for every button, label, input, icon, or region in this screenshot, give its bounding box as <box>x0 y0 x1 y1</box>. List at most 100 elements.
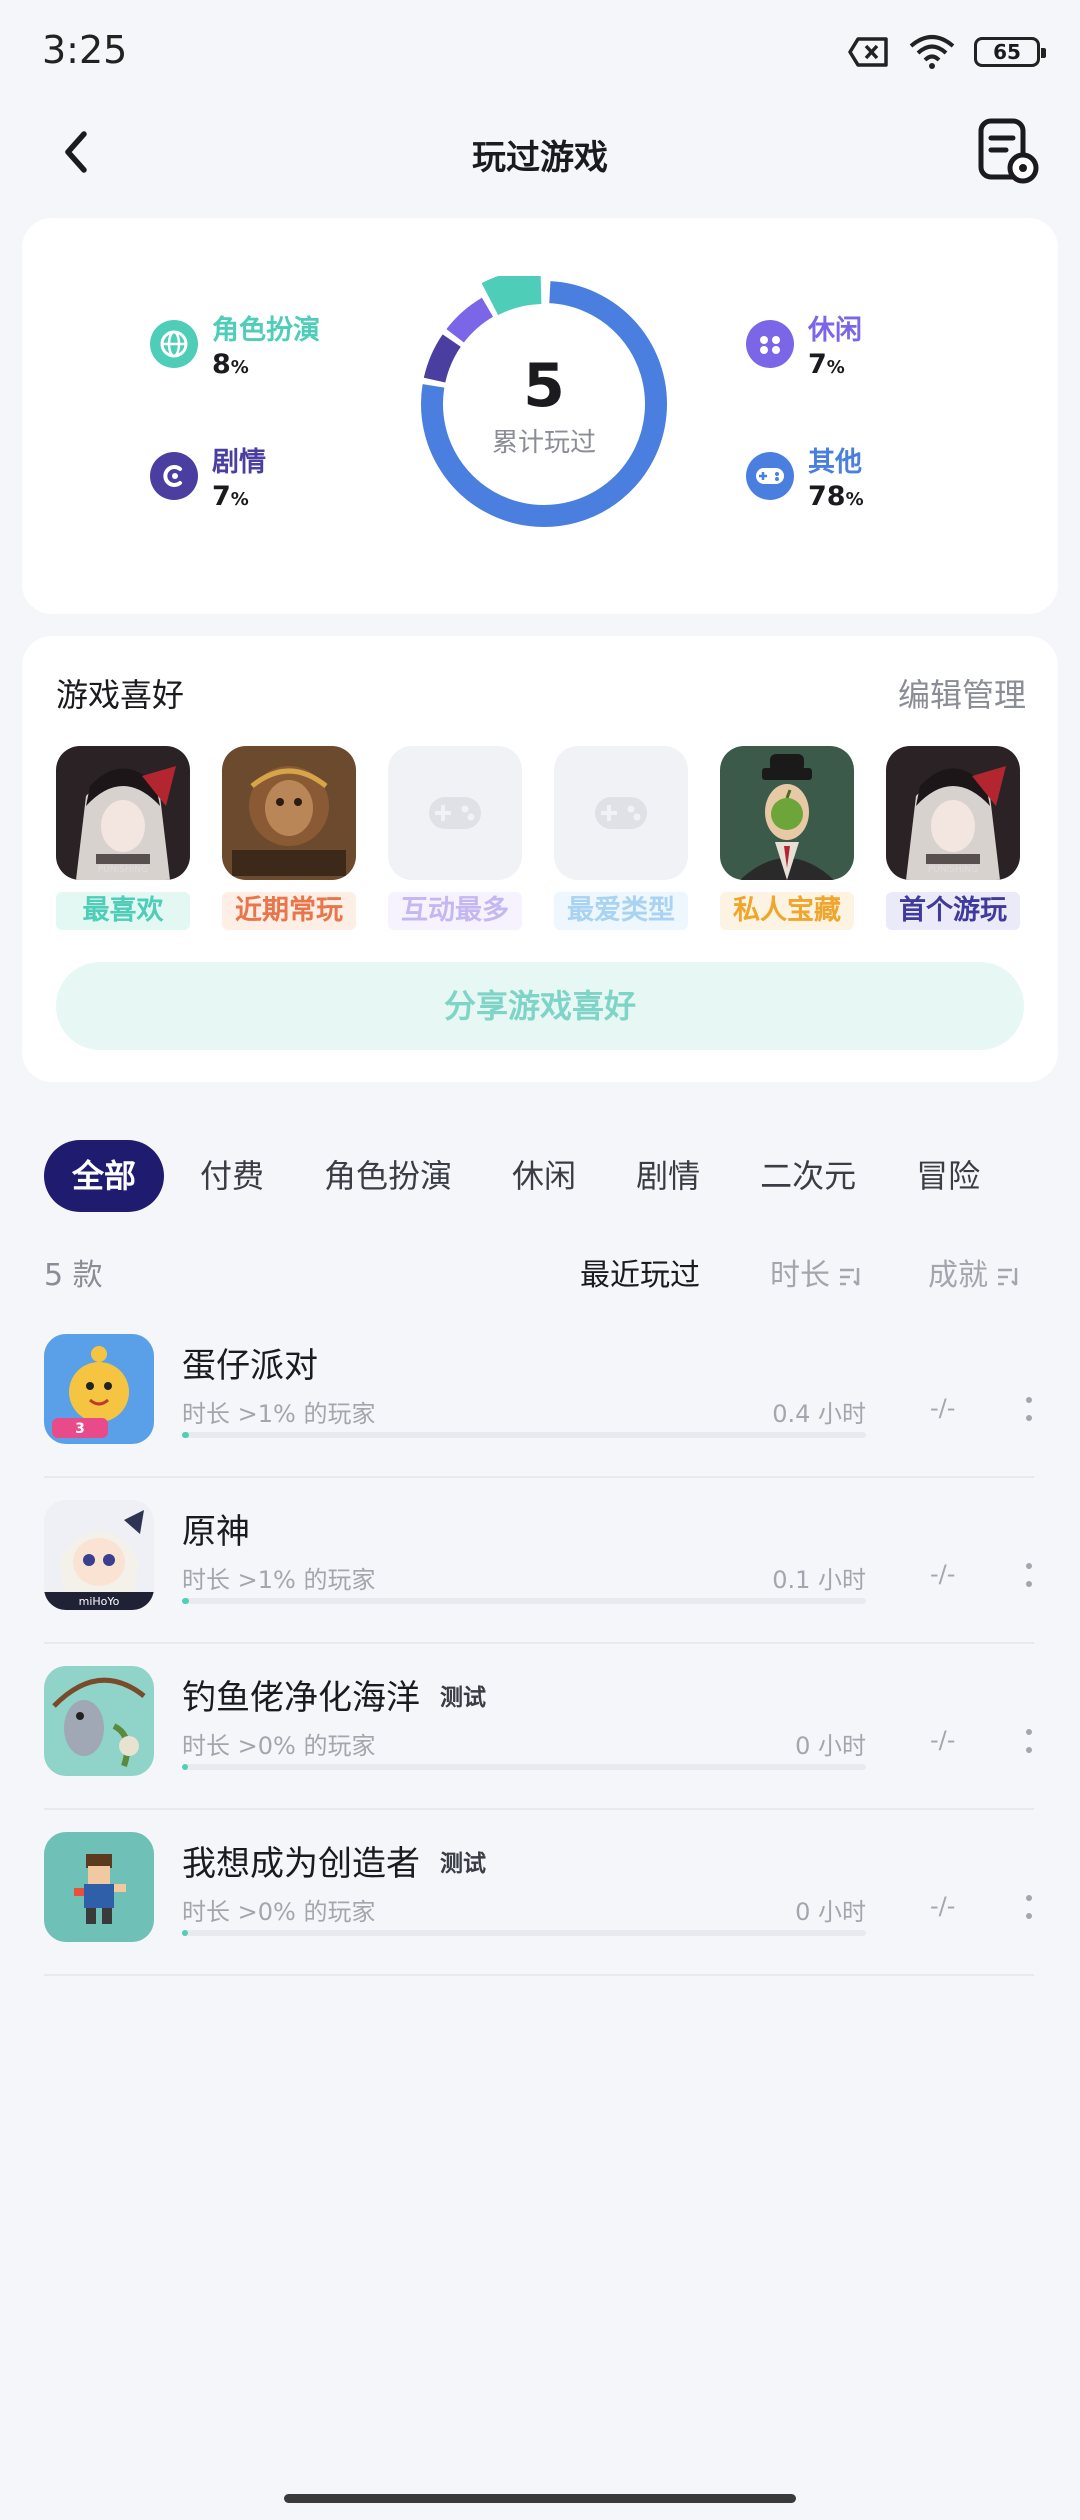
game-count: 5 款 <box>44 1258 103 1293</box>
game-icon-creator <box>44 1832 154 1942</box>
tab-paid[interactable]: 付费 <box>170 1140 294 1212</box>
wifi-icon <box>909 35 955 69</box>
status-icons: 65 <box>848 34 1046 70</box>
tab-roleplay[interactable]: 角色扮演 <box>294 1140 482 1212</box>
more-options-icon[interactable] <box>1024 1892 1034 1922</box>
page-title: 玩过游戏 <box>472 138 608 178</box>
svg-text:3: 3 <box>75 1421 85 1437</box>
tab-all[interactable]: 全部 <box>44 1140 165 1212</box>
battery-indicator: 65 <box>974 37 1046 67</box>
game-thumbnail: PUNISHING <box>56 746 190 880</box>
sort-achievement[interactable]: 成就 <box>928 1250 1020 1294</box>
gamepad-icon <box>746 320 794 368</box>
pref-tag: 最爱类型 <box>554 892 688 930</box>
game-icon-genshin: miHoYo <box>44 1500 154 1610</box>
sort-duration[interactable]: 时长 <box>770 1250 862 1294</box>
controller-icon <box>746 452 794 500</box>
game-preferences-card: 游戏喜好 编辑管理 PUNISHING 最喜欢 近期常玩 互动最多 最爱类型 私… <box>22 636 1058 1082</box>
pref-private-treasure[interactable]: 私人宝藏 <box>720 746 854 930</box>
more-options-icon[interactable] <box>1024 1394 1034 1424</box>
achievement-count: -/- <box>930 1892 956 1920</box>
achievement-count: -/- <box>930 1394 956 1422</box>
play-hours: 0 小时 <box>795 1732 866 1760</box>
game-thumbnail <box>222 746 356 880</box>
category-casual: 休闲 7% <box>746 314 862 385</box>
pref-tag: 最喜欢 <box>56 892 190 930</box>
game-row[interactable]: 3 蛋仔派对 时长 >1% 的玩家 0.4 小时 -/- <box>44 1312 1034 1478</box>
tab-adventure[interactable]: 冒险 <box>886 1140 1010 1212</box>
sim-off-icon <box>848 37 888 67</box>
sort-icon <box>998 1267 1018 1286</box>
share-preferences-button[interactable]: 分享游戏喜好 <box>56 962 1024 1050</box>
game-thumbnail: PUNISHING <box>886 746 1020 880</box>
game-title: 蛋仔派对 <box>182 1346 318 1386</box>
more-options-icon[interactable] <box>1024 1560 1034 1590</box>
pref-tag: 互动最多 <box>388 892 522 930</box>
edit-manage-link[interactable]: 编辑管理 <box>898 670 1026 716</box>
pref-most-interaction[interactable]: 互动最多 <box>388 746 522 930</box>
category-name: 角色扮演 <box>212 315 320 346</box>
game-title: 原神 <box>182 1512 250 1552</box>
playtime-rank: 时长 >1% 的玩家 <box>182 1400 376 1428</box>
beta-badge: 测试 <box>440 1684 486 1711</box>
category-name: 休闲 <box>808 315 862 346</box>
empty-slot <box>388 746 522 880</box>
playtime-bar <box>182 1764 866 1770</box>
game-row[interactable]: 钓鱼佬净化海洋 测试 时长 >0% 的玩家 0 小时 -/- <box>44 1644 1034 1810</box>
total-played-count: 5 <box>523 350 565 421</box>
tab-casual[interactable]: 休闲 <box>482 1140 606 1212</box>
play-hours: 0 小时 <box>795 1898 866 1926</box>
game-icon-fishing <box>44 1666 154 1776</box>
playtime-rank: 时长 >0% 的玩家 <box>182 1732 376 1760</box>
pref-tag: 私人宝藏 <box>720 892 854 930</box>
achievement-count: -/- <box>930 1560 956 1588</box>
achievement-count: -/- <box>930 1726 956 1754</box>
pref-first-played[interactable]: PUNISHING 首个游玩 <box>886 746 1020 930</box>
game-title: 钓鱼佬净化海洋 测试 <box>182 1678 486 1718</box>
genre-filter-tabs: 全部 付费 角色扮演 休闲 剧情 二次元 冒险 <box>44 1140 1080 1212</box>
pref-recent[interactable]: 近期常玩 <box>222 746 356 930</box>
game-row[interactable]: miHoYo 原神 时长 >1% 的玩家 0.1 小时 -/- <box>44 1478 1034 1644</box>
story-icon <box>150 452 198 500</box>
pref-favorite-type[interactable]: 最爱类型 <box>554 746 688 930</box>
list-settings-icon[interactable] <box>976 116 1040 186</box>
home-indicator[interactable] <box>284 2494 796 2503</box>
play-hours: 0.1 小时 <box>772 1566 866 1594</box>
category-name: 其他 <box>808 447 862 478</box>
category-percent: 8% <box>212 349 249 380</box>
tab-story[interactable]: 剧情 <box>606 1140 730 1212</box>
game-icon-eggy-party: 3 <box>44 1334 154 1444</box>
pref-tag: 近期常玩 <box>222 892 356 930</box>
sort-recent[interactable]: 最近玩过 <box>580 1250 700 1294</box>
status-time: 3:25 <box>42 28 128 72</box>
pref-favorite[interactable]: PUNISHING 最喜欢 <box>56 746 190 930</box>
svg-text:PUNISHING: PUNISHING <box>928 865 978 875</box>
donut-center: 5 累计玩过 <box>416 276 672 532</box>
more-options-icon[interactable] <box>1024 1726 1034 1756</box>
playtime-bar-fill <box>182 1598 189 1604</box>
play-hours: 0.4 小时 <box>772 1400 866 1428</box>
category-percent: 7% <box>808 349 845 380</box>
playtime-bar-fill <box>182 1432 189 1438</box>
category-percent: 7% <box>212 481 249 512</box>
playtime-bar <box>182 1598 866 1604</box>
pref-tag: 首个游玩 <box>886 892 1020 930</box>
game-row[interactable]: 我想成为创造者 测试 时长 >0% 的玩家 0 小时 -/- <box>44 1810 1034 1976</box>
category-story: 剧情 7% <box>150 446 266 517</box>
beta-badge: 测试 <box>440 1850 486 1877</box>
playtime-bar-fill <box>182 1930 188 1936</box>
category-percent: 78% <box>808 481 864 512</box>
play-stats-card: 角色扮演 8% 剧情 7% 休闲 7% 其他 78% 5 累计玩过 <box>22 218 1058 614</box>
sort-icon <box>840 1267 860 1286</box>
preferences-title: 游戏喜好 <box>56 676 185 714</box>
gamepad-placeholder-icon <box>595 797 647 829</box>
gamepad-placeholder-icon <box>429 797 481 829</box>
tab-anime[interactable]: 二次元 <box>730 1140 886 1212</box>
playtime-bar-fill <box>182 1764 188 1770</box>
empty-slot <box>554 746 688 880</box>
game-title: 我想成为创造者 测试 <box>182 1844 486 1884</box>
total-played-label: 累计玩过 <box>491 427 596 458</box>
playtime-rank: 时长 >0% 的玩家 <box>182 1898 376 1926</box>
playtime-bar <box>182 1930 866 1936</box>
category-other: 其他 78% <box>746 446 864 517</box>
